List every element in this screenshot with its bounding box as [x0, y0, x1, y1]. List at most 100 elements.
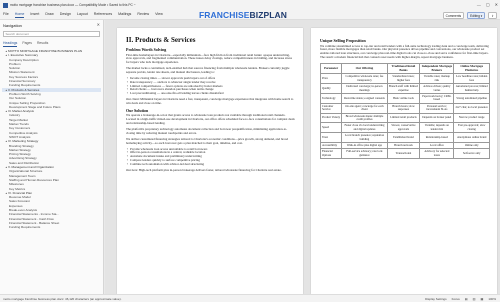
paragraph: Our tiers: High-tech platform plus in-pe…: [126, 167, 282, 172]
table-cell: Low headline rates; hidden fees: [453, 73, 490, 85]
table-cell: Variable; depends on lender mix: [419, 122, 455, 134]
table-cell: 24/7 chat; no local presence: [453, 102, 490, 114]
comments-button[interactable]: Comments: [442, 12, 465, 20]
table-cell: Product Variety: [319, 112, 343, 124]
nav-heading-item[interactable]: Funding Requirements: [2, 225, 101, 229]
table-cell: Transactional: [386, 148, 421, 160]
close-icon[interactable]: ✕: [495, 2, 498, 7]
search-input[interactable]: Search document: [3, 31, 100, 37]
menu-tab-design[interactable]: Design: [60, 12, 71, 18]
table-cell: Branch hours; slow responses: [386, 102, 421, 114]
focus-button[interactable]: Focus: [452, 297, 460, 301]
table-cell: Slower, conservative approvals: [386, 122, 421, 134]
close-icon[interactable]: ✕: [97, 22, 100, 27]
table-cell: Local branch presence; reputation buildi…: [341, 132, 388, 143]
table-cell: Fast pre-approval; slow closing: [453, 122, 490, 134]
table-cell: Competitive wholesale rates; fee transpa…: [341, 73, 388, 85]
paragraph: We operate a brokerage-in-a-box that gra…: [126, 113, 295, 126]
table-cell: Technology: [319, 92, 343, 104]
table-row: Quality Dedicated concierge; in-person me…: [319, 83, 490, 94]
table-cell: Trust: [319, 132, 343, 143]
minimize-icon[interactable]: —: [477, 2, 481, 7]
table-cell: Personal service; inconsistent SLAs: [419, 102, 455, 114]
menu-tab-draw[interactable]: Draw: [45, 12, 53, 18]
paragraph: Our client: Millennial buyers in Charlot…: [126, 97, 294, 105]
ribbon-menu-bar: File Home Insert Draw Design Layout References…: [0, 10, 500, 20]
menu-tab-insert[interactable]: Insert: [30, 12, 39, 18]
table-cell: Speed: [319, 122, 343, 134]
table-cell: Advisor-driven; quality varies: [419, 83, 455, 94]
paragraph: The market lacks a centralized, tech-ena…: [126, 66, 290, 75]
navigation-title: Navigation: [3, 23, 22, 28]
brand-part-1: FRANCHISE: [199, 10, 250, 20]
table-row: Trust Local branch presence; reputation b…: [319, 132, 490, 143]
heading-usp: Unique Selling Proposition: [320, 38, 366, 43]
status-bar: motto mortgage franchise business plan.d…: [0, 294, 500, 302]
table-cell: Paperwork heavy; CRM-based: [419, 92, 455, 104]
table-cell: Quality: [319, 83, 343, 94]
bullet-list-solution: Provide wholesale loan access unavailabl…: [126, 147, 295, 167]
document-canvas: II. Products & Services Problem Worth So…: [105, 20, 500, 294]
navigation-tabs: Headings Pages Results: [3, 41, 48, 47]
print-layout-icon[interactable]: ▥: [473, 297, 476, 301]
menu-tab-file[interactable]: File: [3, 12, 9, 18]
bullet-item: Combine tech automation with advisor-led…: [126, 162, 295, 167]
paragraph: We combine streamlined access to top-tie…: [320, 43, 489, 60]
table-cell: Full-service advisory; rate lock guidanc…: [341, 148, 388, 160]
tab-pages[interactable]: Pages: [22, 41, 32, 47]
table-cell: Broad wholesale menu: multiple credit pr…: [341, 112, 388, 124]
table-cell: Limited retail products: [386, 112, 421, 124]
maximize-icon[interactable]: ▢: [486, 2, 490, 7]
window-controls: — ▢ ✕: [477, 2, 498, 7]
share-icon[interactable]: ⇪: [488, 12, 497, 20]
table-cell: Price: [319, 73, 343, 85]
section-title: II. Products & Services: [126, 36, 196, 44]
read-mode-icon[interactable]: ▤: [465, 297, 468, 301]
table-cell: Financial Options: [319, 148, 343, 160]
table-cell: Variable rates; markup risk: [419, 73, 455, 85]
table-cell: Anonymous online brand: [453, 132, 490, 143]
menu-tab-view[interactable]: View: [155, 12, 163, 18]
paragraph: First-time homebuyers in Charlotte—espec…: [126, 52, 292, 65]
menu-tab-mailings[interactable]: Mailings: [118, 12, 131, 18]
zoom-level[interactable]: 100%: [488, 297, 496, 301]
table-row: Technology Real-time status; e-signed con…: [319, 92, 490, 104]
window-title: motto mortgage franchise business plan.d…: [10, 3, 136, 7]
editing-mode-button[interactable]: Editing ▾: [467, 12, 486, 20]
heading-tree: ▲MOTTO MORTGAGE FRANCHISE BUSINESS PLAN ▲…: [2, 49, 101, 229]
document-page-1: II. Products & Services Problem Worth So…: [117, 28, 303, 294]
table-cell: Real-time status; e-signed consents: [341, 92, 388, 104]
table-row: Customer Service On-site agent; concierge…: [319, 102, 490, 114]
table-cell: Dedicated concierge; in-person meetings: [341, 83, 388, 94]
table-cell: Customer Service: [319, 102, 343, 114]
table-row: Speed Faster close via local underwriting…: [319, 122, 490, 134]
navigation-pane: Navigation ✕ Search document Headings Pag…: [0, 20, 104, 294]
display-settings-button[interactable]: Display Settings: [425, 297, 447, 301]
table-cell: Standardized rates; higher fees: [386, 73, 421, 85]
table-cell: Advisory for selected loans: [419, 148, 455, 160]
table-cell: Strong automated pipeline: [453, 92, 490, 104]
table-row: Price Competitive wholesale rates; fee tr…: [319, 73, 490, 85]
table-header-cell: Parameter: [319, 63, 343, 75]
table-cell: Automated process; limited human help: [453, 83, 490, 94]
table-cell: Faster close via local underwriting and …: [341, 122, 388, 134]
table-cell: Depends on broker panel: [419, 112, 455, 124]
word-count-status: motto mortgage franchise business plan.d…: [3, 297, 122, 301]
table-cell: Branch staff with limited expertise: [386, 83, 421, 94]
menu-tab-review[interactable]: Review: [137, 12, 149, 18]
nav-heading-label: Funding Requirements: [9, 225, 41, 230]
title-bar: motto mortgage franchise business plan.d…: [0, 0, 500, 10]
web-layout-icon[interactable]: ▦: [480, 297, 483, 301]
tab-headings[interactable]: Headings: [3, 41, 18, 47]
paragraph: The platform's proprietary technology au…: [126, 127, 288, 135]
tab-results[interactable]: Results: [37, 41, 48, 47]
menu-tab-layout[interactable]: Layout: [77, 12, 88, 18]
menu-tab-home[interactable]: Home: [14, 12, 25, 18]
status-right-controls: Display Settings Focus ▤ ▥ ▦ 100%: [425, 297, 496, 301]
table-cell: Self-serve only: [453, 148, 490, 160]
document-page-2: Unique Selling Proposition We combine st…: [311, 28, 497, 294]
table-header-row: Parameter Our Offering Traditional Retail …: [319, 63, 490, 75]
menu-tab-references[interactable]: References: [94, 12, 112, 18]
heading-problem: Problem Worth Solving: [126, 47, 167, 52]
ribbon-right-controls: Comments Editing ▾ ⇪: [442, 12, 497, 20]
